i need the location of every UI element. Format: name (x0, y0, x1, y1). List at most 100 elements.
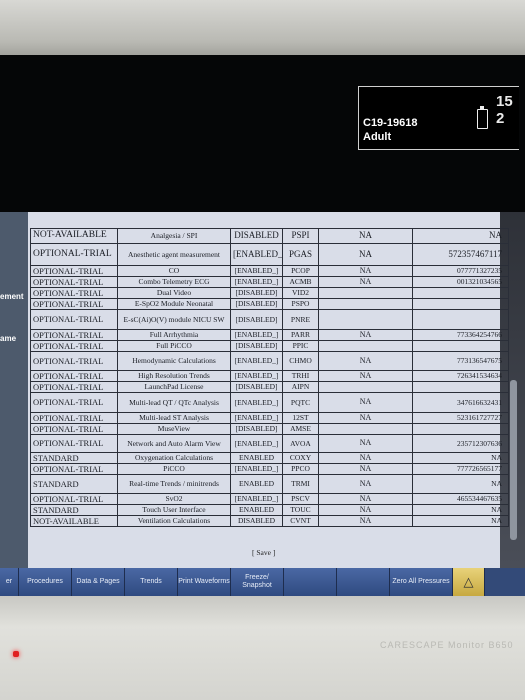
cell-value (318, 340, 413, 352)
table-row[interactable]: NOT-AVAILABLE Ventilation Calculations DIS… (30, 515, 509, 527)
cell-key (412, 298, 509, 310)
table-row[interactable]: OPTIONAL-TRIAL Combo Telemetry ECG [ENABLE… (30, 276, 509, 288)
table-row[interactable]: OPTIONAL-TRIAL Multi-lead ST Analysis [ENA… (30, 412, 509, 424)
procedures-button[interactable]: Procedures (19, 568, 72, 596)
cell-status: [ENABLED_] (230, 329, 283, 341)
cell-code: PGAS (282, 243, 319, 266)
toolbar-button-empty-1[interactable] (284, 568, 337, 596)
cell-key: 465534467635 (412, 493, 509, 505)
cell-value: NA (318, 243, 413, 266)
cell-status: [ENABLED_] (230, 463, 283, 475)
table-row[interactable]: OPTIONAL-TRIAL Anesthetic agent measureme… (30, 243, 509, 266)
cell-code: AIPN (282, 381, 319, 393)
cell-status: [DISABLED] (230, 309, 283, 330)
cell-feature: Multi-lead ST Analysis (117, 412, 231, 424)
table-row[interactable]: OPTIONAL-TRIAL E-SpO2 Module Neonatal [DIS… (30, 298, 509, 310)
trends-button[interactable]: Trends (125, 568, 178, 596)
cell-feature: Oxygenation Calculations (117, 452, 231, 464)
cell-code: PNRE (282, 309, 319, 330)
power-led-icon (13, 651, 19, 657)
cell-value: NA (318, 351, 413, 371)
cell-code: VID2 (282, 287, 319, 299)
table-row[interactable]: OPTIONAL-TRIAL High Resolution Trends [ENA… (30, 370, 509, 382)
cell-code: TOUC (282, 504, 319, 516)
cell-key (412, 309, 509, 330)
table-row[interactable]: OPTIONAL-TRIAL LaunchPad License [DISABLED… (30, 381, 509, 393)
freeze-snapshot-button[interactable]: Freeze/ Snapshot (231, 568, 284, 596)
print-waveforms-button[interactable]: Print Waveforms (178, 568, 231, 596)
cell-key: 077771327235 (412, 265, 509, 277)
cell-code: PCOP (282, 265, 319, 277)
cell-license: OPTIONAL-TRIAL (30, 287, 118, 299)
save-button[interactable]: [ Save ] (252, 548, 275, 557)
table-row[interactable]: OPTIONAL-TRIAL Full PiCCO [DISABLED] PPIC (30, 340, 509, 352)
table-row[interactable]: OPTIONAL-TRIAL Network and Auto Alarm Vie… (30, 434, 509, 453)
data-pages-button[interactable]: Data & Pages (72, 568, 125, 596)
cell-code: CVNT (282, 515, 319, 527)
cell-status: [ENABLED_] (230, 243, 283, 266)
table-row[interactable]: STANDARD Touch User Interface ENABLED TOUC N… (30, 504, 509, 516)
cell-key (412, 287, 509, 299)
table-row[interactable]: OPTIONAL-TRIAL Hemodynamic Calculations [E… (30, 351, 509, 371)
bottom-toolbar: er Procedures Data & Pages Trends Print … (0, 568, 525, 596)
cell-license: OPTIONAL-TRIAL (30, 298, 118, 310)
cell-code: AVOA (282, 434, 319, 453)
cell-key: 773364254766 (412, 329, 509, 341)
cell-status: [ENABLED_] (230, 392, 283, 413)
table-row[interactable]: NOT-AVAILABLE Analgesia / SPI DISABLED PSPI… (30, 228, 509, 244)
cell-code: PQTC (282, 392, 319, 413)
table-row[interactable]: OPTIONAL-TRIAL SvO2 [ENABLED_] PSCV NA 465534… (30, 493, 509, 505)
cell-license: OPTIONAL-TRIAL (30, 351, 118, 371)
table-row[interactable]: OPTIONAL-TRIAL Multi-lead QT / QTc Analys… (30, 392, 509, 413)
cell-key: 773136547675 (412, 351, 509, 371)
cell-feature: Dual Video (117, 287, 231, 299)
left-label-element: ement (0, 292, 24, 301)
cell-key: NA (412, 474, 509, 494)
patient-info-box[interactable]: C19-19618 Adult (358, 86, 519, 150)
cell-code: TRHI (282, 370, 319, 382)
cell-license: OPTIONAL-TRIAL (30, 434, 118, 453)
cell-license: NOT-AVAILABLE (30, 515, 118, 527)
table-row[interactable]: OPTIONAL-TRIAL PiCCO [ENABLED_] PPCO NA 77772… (30, 463, 509, 475)
cell-feature: Analgesia / SPI (117, 228, 231, 244)
patient-id: C19-19618 (363, 117, 418, 129)
cell-feature: Full PiCCO (117, 340, 231, 352)
cell-feature: Full Arrhythmia (117, 329, 231, 341)
cell-license: OPTIONAL-TRIAL (30, 309, 118, 330)
clock: 15 2 (496, 93, 513, 127)
monitor-bezel-top (0, 0, 525, 60)
table-row[interactable]: STANDARD Oxygenation Calculations ENABLED C… (30, 452, 509, 464)
cell-code: PSCV (282, 493, 319, 505)
cell-status: [ENABLED_] (230, 276, 283, 288)
cell-value: NA (318, 474, 413, 494)
cell-value: NA (318, 504, 413, 516)
cell-feature: Network and Auto Alarm View (117, 434, 231, 453)
cell-key: NA (412, 228, 509, 244)
scrollbar[interactable] (510, 380, 517, 540)
cell-status: ENABLED (230, 504, 283, 516)
cell-status: ENABLED (230, 474, 283, 494)
cell-status: DISABLED (230, 228, 283, 244)
cell-code: PSPI (282, 228, 319, 244)
alarm-icon[interactable]: △ (453, 568, 485, 596)
table-row[interactable]: OPTIONAL-TRIAL Full Arrhythmia [ENABLED_] P… (30, 329, 509, 341)
cell-license: STANDARD (30, 504, 118, 516)
cell-feature: E-sC(Ai)O(V) module NICU SW (117, 309, 231, 330)
table-row[interactable]: OPTIONAL-TRIAL CO [ENABLED_] PCOP NA 07777132… (30, 265, 509, 277)
zero-all-pressures-button[interactable]: Zero All Pressures (390, 568, 453, 596)
cell-feature: High Resolution Trends (117, 370, 231, 382)
cell-feature: Anesthetic agent measurement (117, 243, 231, 266)
table-row[interactable]: OPTIONAL-TRIAL Dual Video [DISABLED] VID2 (30, 287, 509, 299)
cell-status: [DISABLED] (230, 340, 283, 352)
toolbar-button-empty-2[interactable] (337, 568, 390, 596)
cell-value: NA (318, 265, 413, 277)
table-row[interactable]: OPTIONAL-TRIAL MuseView [DISABLED] AMSE (30, 423, 509, 435)
cell-status: [DISABLED] (230, 381, 283, 393)
table-row[interactable]: OPTIONAL-TRIAL E-sC(Ai)O(V) module NICU S… (30, 309, 509, 330)
toolbar-button-partial[interactable]: er (0, 568, 19, 596)
cell-code: PARR (282, 329, 319, 341)
cell-key: NA (412, 504, 509, 516)
cell-feature: Hemodynamic Calculations (117, 351, 231, 371)
cell-status: DISABLED (230, 515, 283, 527)
table-row[interactable]: STANDARD Real-time Trends / minitrends ENA… (30, 474, 509, 494)
